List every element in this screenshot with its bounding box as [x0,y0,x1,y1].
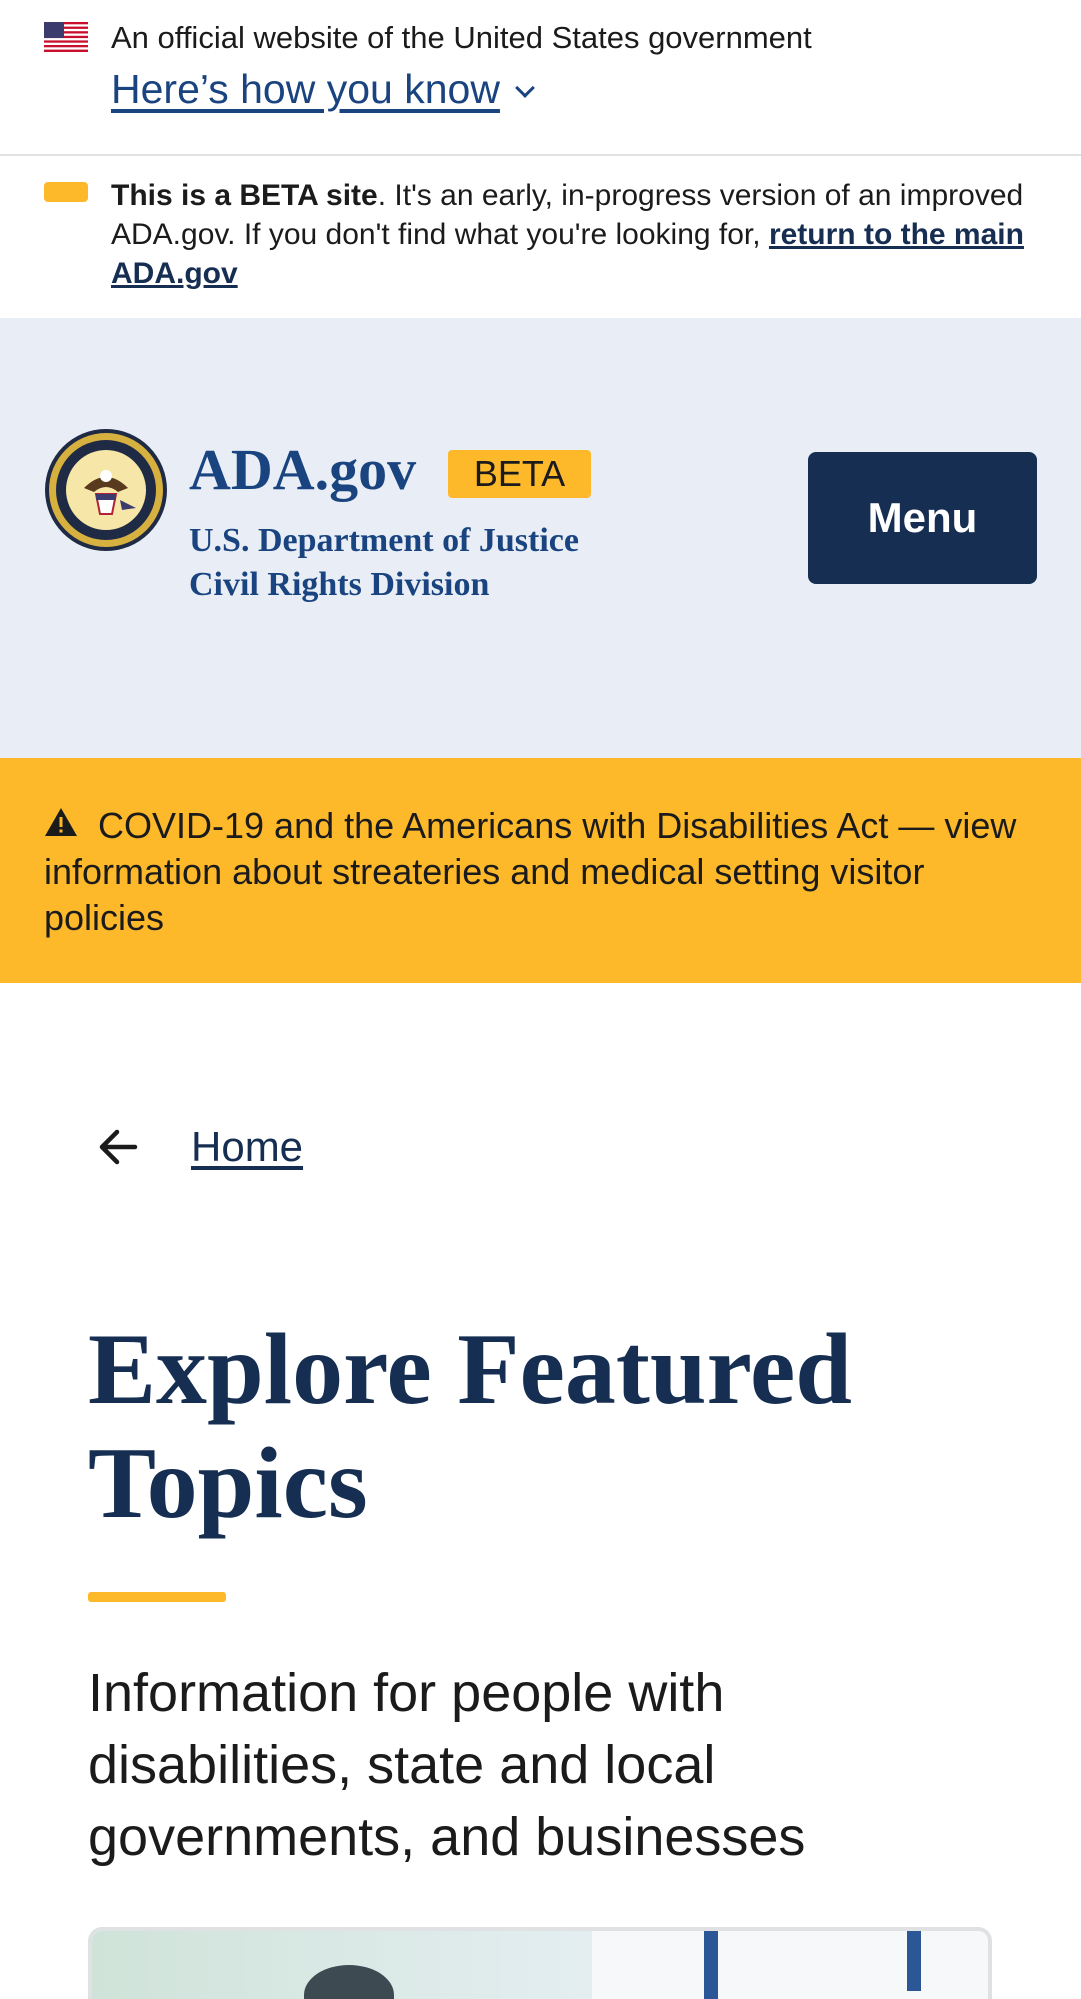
page-title: Explore Featured Topics [88,1313,853,1540]
covid-alert[interactable]: COVID-19 and the Americans with Disabili… [0,758,1081,983]
beta-notice: This is a BETA site. It's an early, in-p… [0,156,1081,318]
us-flag-icon [44,22,88,52]
beta-badge: BETA [448,450,591,498]
breadcrumb: Home [95,1123,303,1171]
featured-card-image-right [592,1931,988,1999]
title-underline-accent [88,1592,226,1602]
official-gov-banner: An official website of the United States… [0,0,1081,156]
division-name: Civil Rights Division [189,566,490,603]
how-you-know-toggle[interactable]: Here’s how you know [111,66,535,113]
beta-indicator-icon [44,182,88,202]
covid-alert-link[interactable]: COVID-19 and the Americans with Disabili… [44,805,1016,938]
how-you-know-label[interactable]: Here’s how you know [111,66,500,112]
site-title[interactable]: ADA.gov [189,436,416,503]
official-site-text: An official website of the United States… [111,20,812,55]
warning-icon [45,808,77,836]
covid-alert-text[interactable]: COVID-19 and the Americans with Disabili… [44,803,1044,941]
menu-button[interactable]: Menu [808,452,1037,584]
page-lead-text: Information for people with disabilities… [88,1663,806,1867]
site-header: ADA.gov BETA U.S. Department of Justice … [0,318,1081,758]
window-frame [907,1931,921,1991]
breadcrumb-home-link[interactable]: Home [191,1123,303,1171]
beta-notice-bold: This is a BETA site [111,179,378,212]
doj-seal-logo[interactable] [44,428,168,552]
beta-notice-text: This is a BETA site. It's an early, in-p… [111,176,1031,293]
featured-topic-card[interactable] [88,1927,992,1999]
window-frame [704,1931,718,1999]
department-name: U.S. Department of Justice [189,522,579,559]
main-content: Home Explore Featured Topics Information… [0,983,1081,1999]
arrow-left-icon[interactable] [95,1124,141,1170]
chevron-down-icon[interactable] [515,78,535,98]
